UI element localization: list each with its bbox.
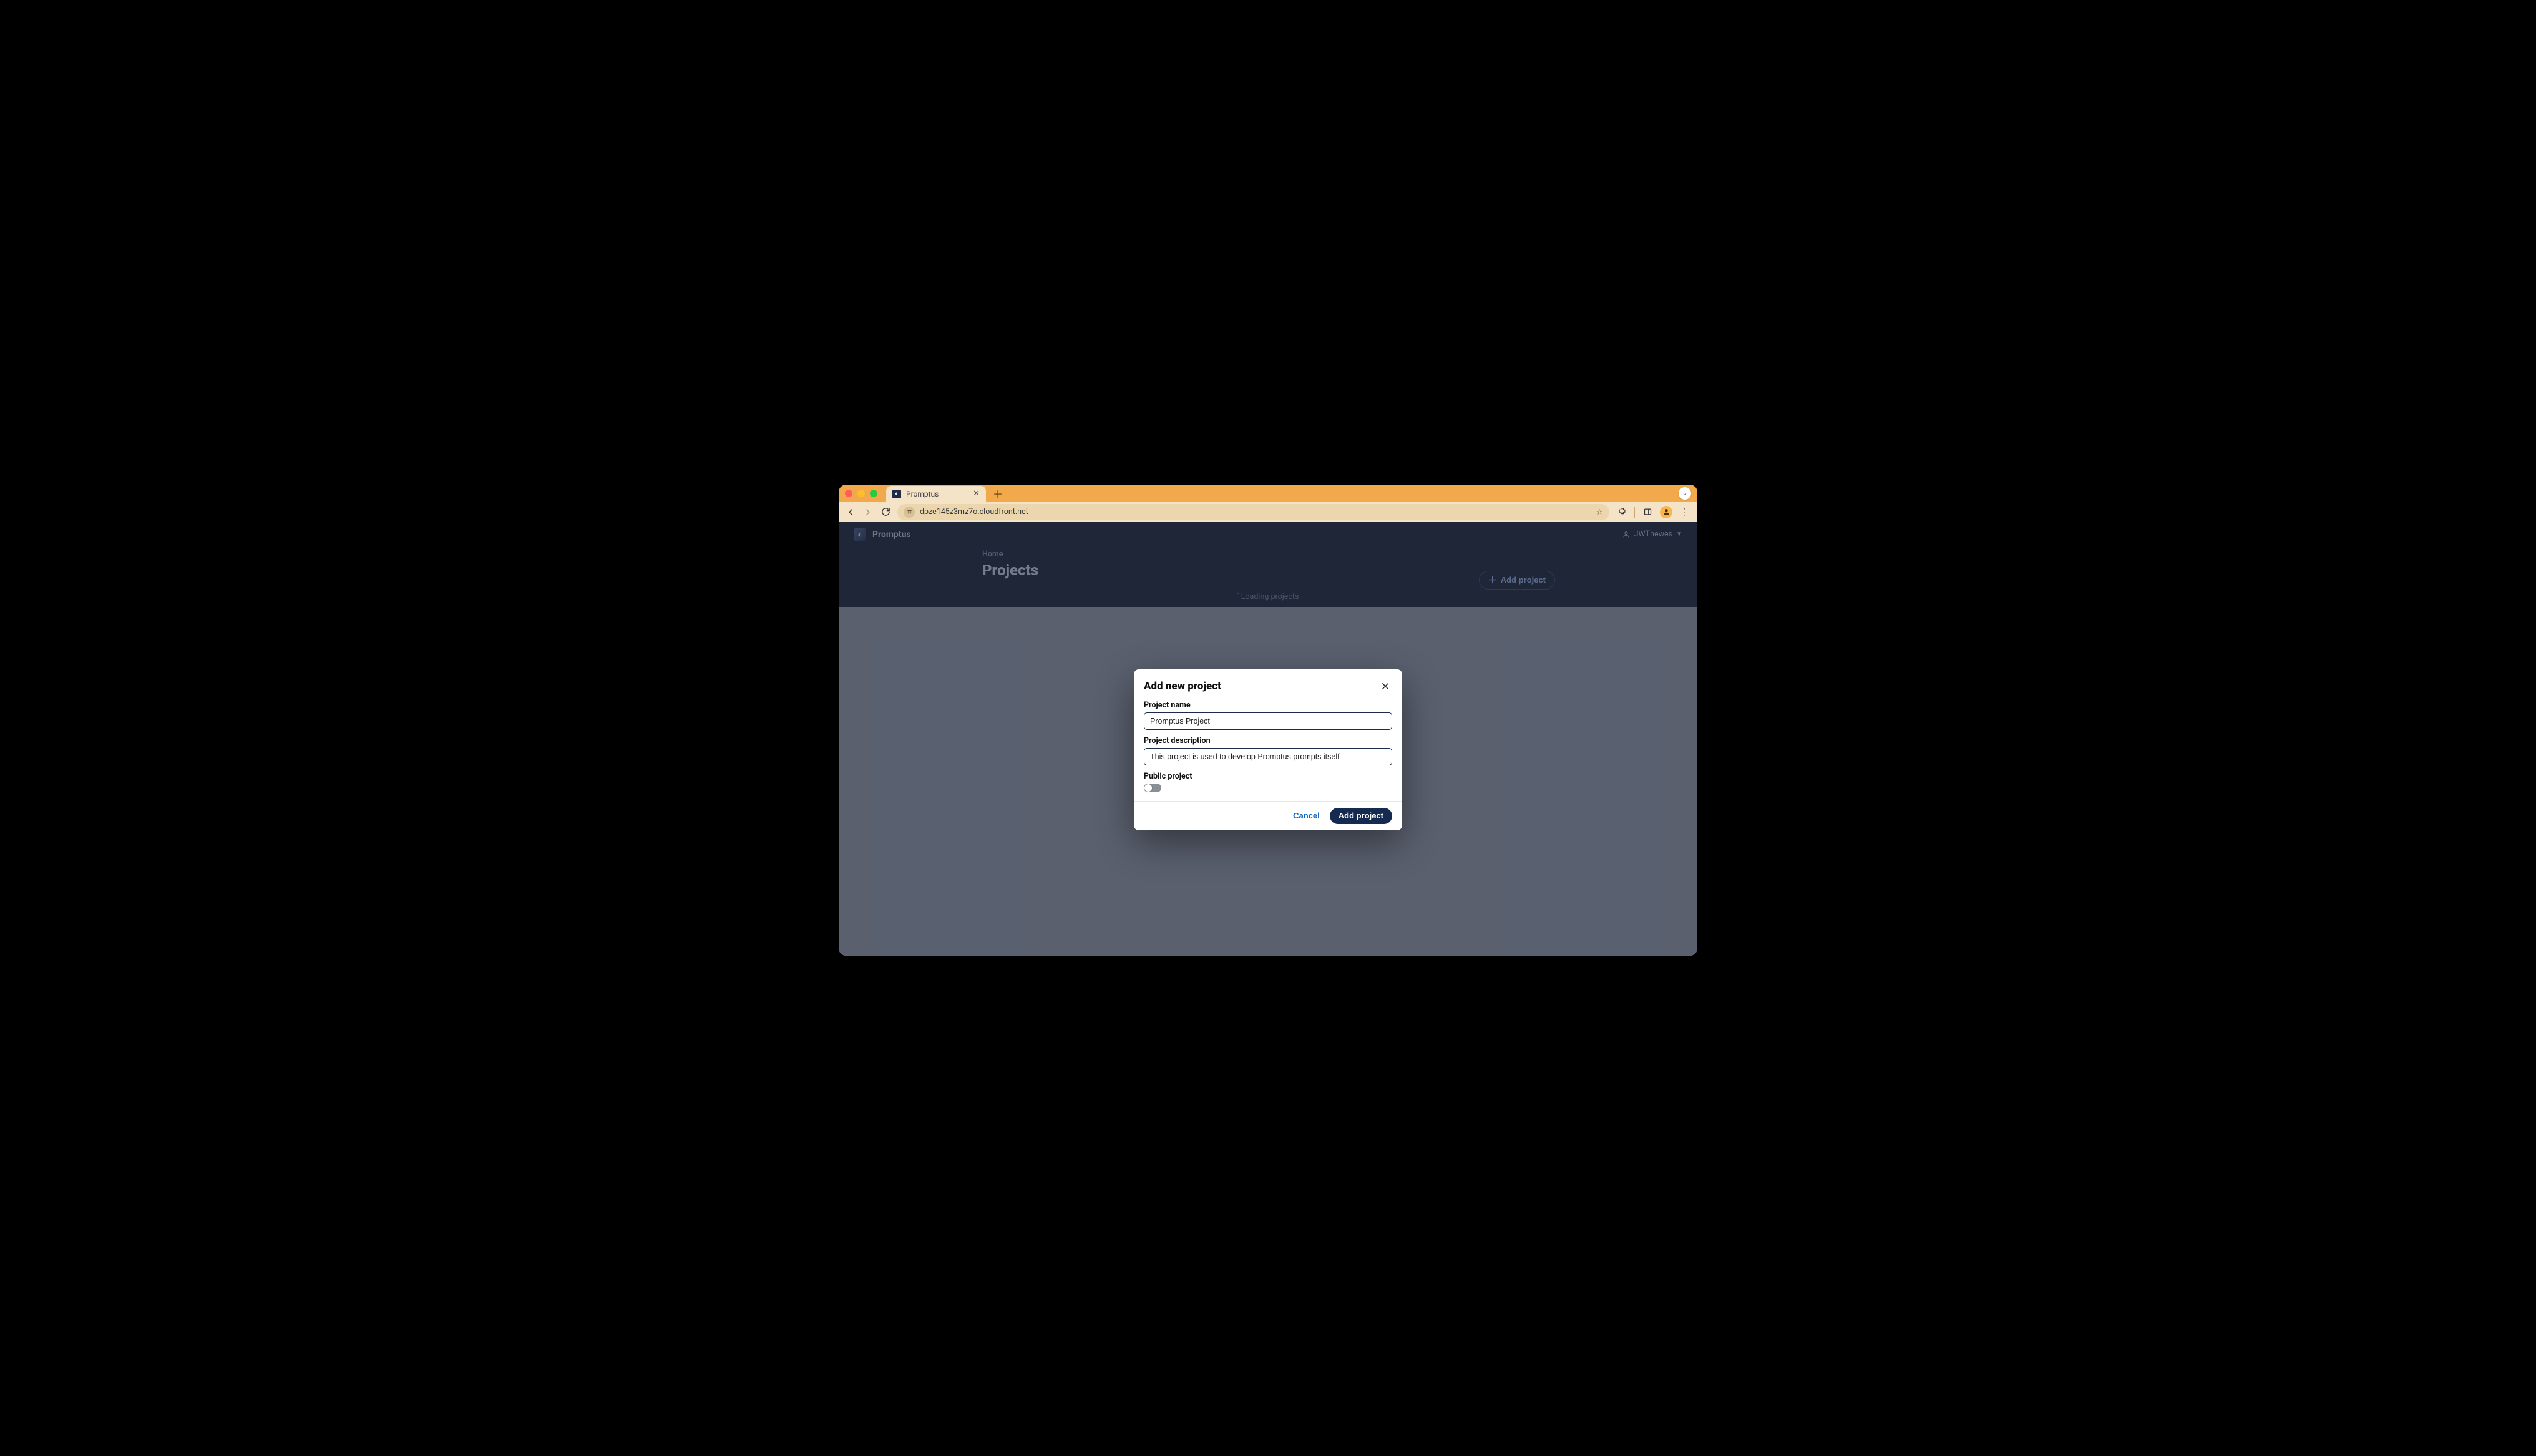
tabs-dropdown-button[interactable]: ⌄	[1679, 487, 1691, 500]
window-minimize-button[interactable]	[857, 490, 865, 497]
browser-window: ◐ Promptus ✕ ＋ ⌄ dpze145z3mz7o.cloud	[839, 485, 1697, 956]
nav-forward-button[interactable]	[862, 507, 874, 518]
window-close-button[interactable]	[845, 490, 852, 497]
new-tab-button[interactable]: ＋	[991, 487, 1005, 500]
submit-add-project-button[interactable]: Add project	[1330, 808, 1392, 824]
project-name-input[interactable]	[1144, 712, 1392, 730]
url-text: dpze145z3mz7o.cloudfront.net	[920, 507, 1591, 517]
kebab-menu-icon[interactable]: ⋮	[1679, 506, 1691, 518]
tab-title: Promptus	[906, 490, 968, 498]
app-viewport: ◐ Promptus JWThewes ▼ Home Projects ＋ Ad…	[839, 522, 1697, 956]
tab-favicon: ◐	[892, 490, 901, 498]
modal-scrim[interactable]: Add new project Project name Project des…	[839, 522, 1697, 956]
tab-close-button[interactable]: ✕	[973, 489, 980, 498]
browser-tab[interactable]: ◐ Promptus ✕	[886, 486, 986, 502]
address-bar: dpze145z3mz7o.cloudfront.net ☆ ⋮	[839, 502, 1697, 522]
extensions-icon[interactable]	[1616, 506, 1628, 518]
toolbar-right: ⋮	[1616, 506, 1691, 518]
url-box[interactable]: dpze145z3mz7o.cloudfront.net ☆	[897, 504, 1609, 520]
project-name-label: Project name	[1144, 701, 1392, 710]
window-controls	[845, 490, 877, 497]
cancel-button[interactable]: Cancel	[1293, 811, 1320, 820]
dialog-footer: Cancel Add project	[1134, 801, 1402, 830]
nav-reload-button[interactable]	[880, 507, 891, 518]
add-project-dialog: Add new project Project name Project des…	[1134, 669, 1402, 830]
tab-strip: ◐ Promptus ✕ ＋ ⌄	[839, 485, 1697, 502]
nav-back-button[interactable]	[845, 507, 856, 518]
public-project-toggle[interactable]	[1144, 784, 1161, 792]
profile-avatar[interactable]	[1660, 506, 1672, 518]
panel-icon[interactable]	[1641, 506, 1654, 518]
public-project-label: Public project	[1144, 772, 1392, 781]
toolbar-separator	[1634, 507, 1635, 518]
site-info-icon[interactable]	[904, 507, 915, 518]
bookmark-star-icon[interactable]: ☆	[1596, 507, 1603, 517]
close-icon	[1380, 681, 1390, 691]
toggle-knob	[1144, 784, 1152, 792]
project-description-label: Project description	[1144, 736, 1392, 745]
dialog-close-button[interactable]	[1378, 679, 1392, 693]
project-description-input[interactable]	[1144, 748, 1392, 765]
dialog-title: Add new project	[1144, 680, 1221, 692]
window-zoom-button[interactable]	[870, 490, 877, 497]
